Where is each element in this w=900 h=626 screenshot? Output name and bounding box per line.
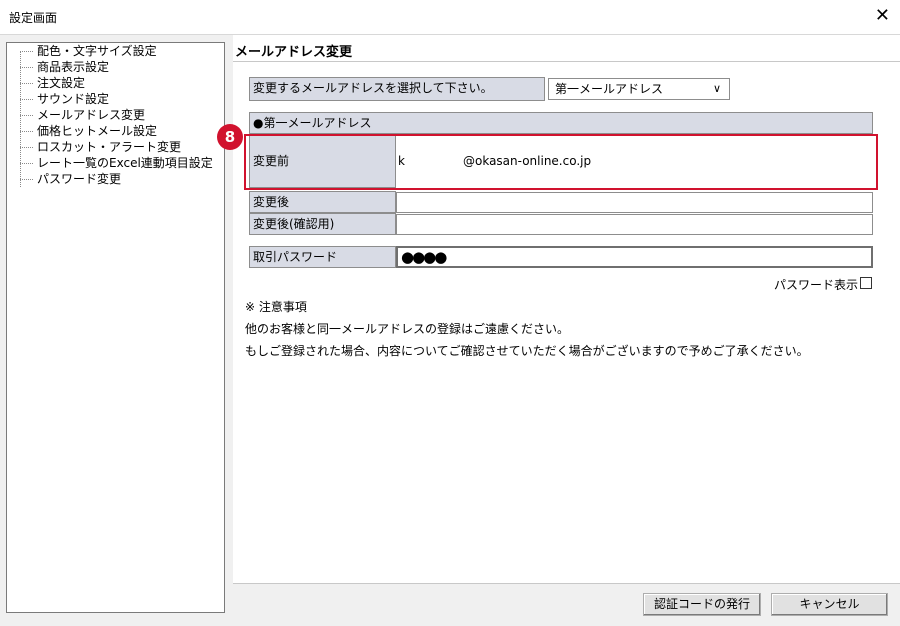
- issue-code-button[interactable]: 認証コードの発行: [643, 593, 761, 616]
- tree-item-losscut-alert[interactable]: ロスカット・アラート変更: [7, 139, 224, 155]
- divider: [233, 61, 900, 62]
- tree-item-price-hit-mail[interactable]: 価格ヒットメール設定: [7, 123, 224, 139]
- tree-item-color-font[interactable]: 配色・文字サイズ設定: [7, 43, 224, 59]
- tree-item-label: 注文設定: [37, 76, 86, 90]
- window-title: 設定画面: [9, 11, 58, 25]
- tree-item-sound[interactable]: サウンド設定: [7, 91, 224, 107]
- tree-item-label: サウンド設定: [37, 92, 110, 106]
- footer-divider: [233, 583, 900, 584]
- settings-tree[interactable]: 配色・文字サイズ設定 商品表示設定 注文設定 サウンド設定 メールアドレス変更 …: [6, 42, 225, 613]
- tree-item-label: 価格ヒットメール設定: [37, 124, 158, 138]
- notes-heading: ※ 注意事項: [245, 300, 307, 314]
- chevron-down-icon: ∨: [712, 82, 721, 95]
- show-password-label: パスワード表示: [774, 278, 859, 292]
- email-select-value: 第一メールアドレス: [555, 82, 664, 96]
- after-label: 変更後: [249, 191, 396, 213]
- tree-item-product-display[interactable]: 商品表示設定: [7, 59, 224, 75]
- tree-item-label: ロスカット・アラート変更: [37, 140, 182, 154]
- tree-item-label: パスワード変更: [37, 172, 122, 186]
- after-confirm-label: 変更後(確認用): [249, 213, 396, 235]
- tree-item-excel-link[interactable]: レート一覧のExcel連動項目設定: [7, 155, 224, 171]
- step-badge: 8: [217, 124, 243, 150]
- close-icon[interactable]: ✕: [875, 4, 890, 28]
- after-confirm-input[interactable]: [396, 214, 873, 235]
- highlight-frame: [244, 134, 878, 190]
- cancel-button[interactable]: キャンセル: [771, 593, 888, 616]
- show-password-checkbox[interactable]: [860, 277, 872, 289]
- select-prompt-label: 変更するメールアドレスを選択して下さい。: [249, 77, 545, 101]
- tree-list: 配色・文字サイズ設定 商品表示設定 注文設定 サウンド設定 メールアドレス変更 …: [7, 43, 224, 187]
- tree-item-email-change[interactable]: メールアドレス変更: [7, 107, 224, 123]
- tree-item-label: 配色・文字サイズ設定: [37, 44, 157, 58]
- notes-line-2: もしご登録された場合、内容についてご確認させていただく場合がございますので予めご…: [245, 344, 809, 358]
- tree-item-password-change[interactable]: パスワード変更: [7, 171, 224, 187]
- tree-item-label: メールアドレス変更: [37, 108, 146, 122]
- tree-item-order[interactable]: 注文設定: [7, 75, 224, 91]
- section-title: メールアドレス変更: [235, 45, 353, 60]
- notes-line-1: 他のお客様と同一メールアドレスの登録はご遠慮ください。: [245, 322, 570, 336]
- after-input[interactable]: [396, 192, 873, 213]
- password-input[interactable]: ●●●●: [396, 246, 873, 268]
- tree-item-label: 商品表示設定: [37, 60, 110, 74]
- group-header: ●第一メールアドレス: [249, 112, 873, 134]
- title-bar: 設定画面 ✕: [0, 0, 900, 35]
- tree-item-label: レート一覧のExcel連動項目設定: [37, 156, 213, 170]
- password-label: 取引パスワード: [249, 246, 396, 268]
- email-select[interactable]: 第一メールアドレス ∨: [548, 78, 730, 100]
